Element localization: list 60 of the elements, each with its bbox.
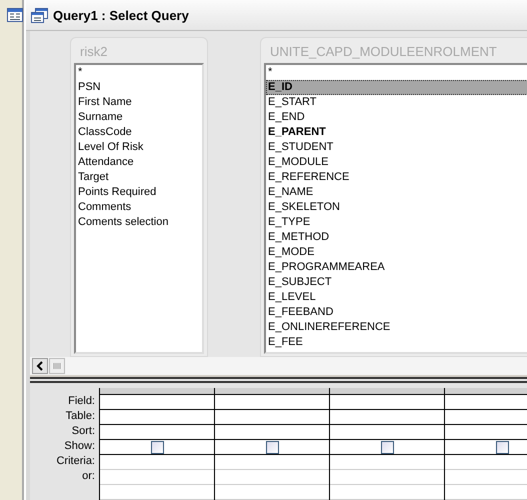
field-item[interactable]: E_MODE xyxy=(266,245,527,260)
column-selector[interactable] xyxy=(445,388,527,395)
field-item[interactable]: E_STUDENT xyxy=(266,140,527,155)
query-icon[interactable] xyxy=(31,8,48,22)
field-item[interactable]: ClassCode xyxy=(76,125,202,140)
field-item[interactable]: Level Of Risk xyxy=(76,140,202,155)
field-item[interactable]: E_SUBJECT xyxy=(266,275,527,290)
field-item[interactable]: PSN xyxy=(76,80,202,95)
table-box[interactable]: UNITE_CAPD_MODULEENROLMENT * E_ID E_START E_END E_PARENT E_STUDENT E_MODULE E_REFERENCE E_NAME E_SKELETON E_TYPE E_METHOD E_MODE E_PROGRAMMEAREA E_SUBJECT E_LEVEL E_FEEBAND E_ONLINEREFERENCE E_FEE xyxy=(260,37,527,357)
row-label: or: xyxy=(82,469,95,484)
field-item[interactable]: Surname xyxy=(76,110,202,125)
show-checkbox[interactable] xyxy=(150,440,164,454)
grid-cell[interactable] xyxy=(215,440,329,455)
scroll-thumb[interactable] xyxy=(49,358,65,374)
chevron-left-icon xyxy=(36,361,44,371)
table-name: risk2 xyxy=(79,43,108,61)
field-item[interactable]: Target xyxy=(76,170,202,185)
row-label: Show: xyxy=(64,439,95,454)
field-item[interactable]: E_METHOD xyxy=(266,230,527,245)
grid-cell[interactable] xyxy=(100,440,214,455)
table-name: UNITE_CAPD_MODULEENROLMENT xyxy=(269,43,498,61)
field-item[interactable]: E_SKELETON xyxy=(266,200,527,215)
show-checkbox[interactable] xyxy=(266,440,278,454)
field-item[interactable]: * xyxy=(76,65,202,80)
column-selector[interactable] xyxy=(215,388,329,395)
table-box[interactable]: risk2 * PSN First Name Surname ClassCode Level Of Risk Attendance Target Points Required Comments Coments selection xyxy=(70,37,208,357)
field-item[interactable]: E_TYPE xyxy=(266,215,527,230)
scroll-left-button[interactable] xyxy=(32,358,48,374)
column-selector[interactable] xyxy=(100,388,214,395)
field-item[interactable]: E_FEEBAND xyxy=(266,305,527,320)
row-label: Criteria: xyxy=(56,454,95,469)
field-item[interactable]: Points Required xyxy=(76,185,202,200)
row-label: Sort: xyxy=(72,424,95,439)
field-item[interactable]: E_MODULE xyxy=(266,155,527,170)
field-item[interactable]: E_PARENT xyxy=(266,125,527,140)
field-item[interactable]: First Name xyxy=(76,95,202,110)
window-icon[interactable] xyxy=(7,8,23,22)
field-item[interactable]: E_START xyxy=(266,95,527,110)
field-item[interactable]: E_ID xyxy=(266,80,527,95)
grid-cell[interactable] xyxy=(445,440,527,455)
window-title: Query1 : Select Query xyxy=(53,8,189,22)
field-item[interactable]: Coments selection xyxy=(76,215,202,230)
field-item[interactable]: E_LEVEL xyxy=(266,290,527,305)
field-item[interactable]: * xyxy=(266,65,527,80)
column-selector[interactable] xyxy=(330,388,444,395)
field-item[interactable]: E_FEE xyxy=(266,335,527,350)
field-item[interactable]: E_ONLINEREFERENCE xyxy=(266,320,527,335)
pane-splitter[interactable] xyxy=(30,377,527,383)
field-item[interactable]: Comments xyxy=(76,200,202,215)
row-label: Field: xyxy=(68,394,95,409)
show-checkbox[interactable] xyxy=(380,440,394,454)
grid-cell[interactable] xyxy=(330,440,444,455)
field-item[interactable]: E_NAME xyxy=(266,185,527,200)
field-item[interactable]: E_END xyxy=(266,110,527,125)
row-label: Table: xyxy=(66,409,95,424)
grip-icon xyxy=(53,363,61,369)
show-checkbox[interactable] xyxy=(496,440,508,454)
field-item[interactable]: E_REFERENCE xyxy=(266,170,527,185)
field-item[interactable]: E_PROGRAMMEAREA xyxy=(266,260,527,275)
field-item[interactable]: Attendance xyxy=(76,155,202,170)
